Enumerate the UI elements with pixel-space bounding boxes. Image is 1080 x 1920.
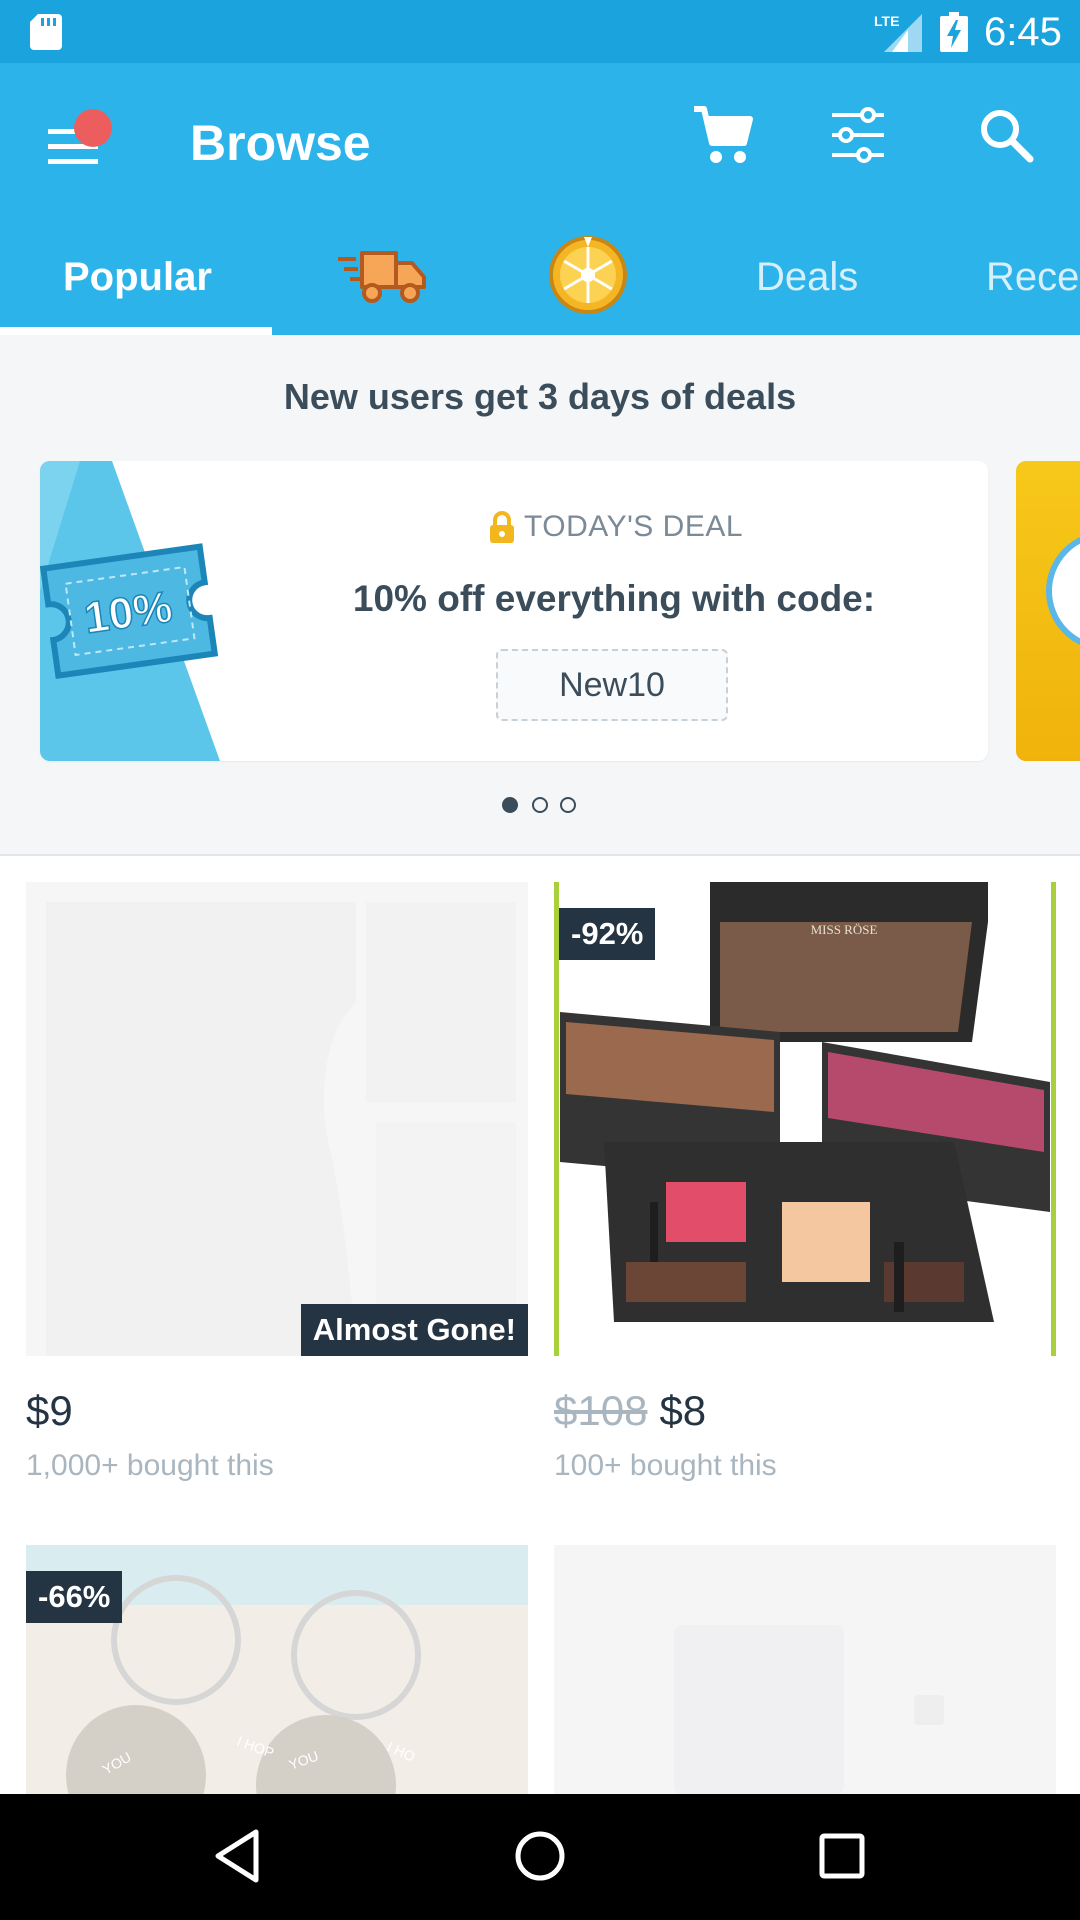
discount-badge: -66% — [26, 1571, 123, 1623]
original-price: $108 — [554, 1387, 648, 1434]
page-title: Browse — [190, 115, 371, 171]
price-row: $9 — [26, 1386, 73, 1436]
notification-dot — [74, 109, 112, 147]
clock-icon — [1046, 531, 1080, 651]
sd-card-icon — [30, 14, 62, 50]
promo-card-next[interactable] — [1016, 461, 1080, 761]
home-icon[interactable] — [510, 1826, 570, 1886]
product-placeholder-image — [554, 1545, 1056, 1794]
promo-headline: New users get 3 days of deals — [283, 376, 797, 417]
product-image: MISS RÖSE -92% — [554, 882, 1056, 1356]
tab-prize-wheel[interactable] — [530, 205, 650, 335]
product-image: Almost Gone! — [26, 882, 528, 1356]
tab-label: Rece — [986, 255, 1080, 299]
bought-count: 1,000+ bought this — [26, 1449, 274, 1482]
deal-label: TODAY'S DEAL — [524, 510, 744, 543]
lock-icon — [490, 511, 514, 543]
coupon-ticket-icon: 10% — [40, 461, 220, 761]
discount-badge: -92% — [559, 908, 656, 960]
back-icon[interactable] — [210, 1826, 270, 1886]
status-bar: LTE 6:45 — [0, 0, 1080, 63]
pager-dot[interactable] — [560, 797, 576, 813]
bought-count: 100+ bought this — [554, 1449, 777, 1482]
product-placeholder-image — [26, 882, 528, 1356]
prize-wheel-icon — [549, 236, 627, 314]
product-image — [554, 1545, 1056, 1794]
price: $9 — [26, 1387, 73, 1434]
svg-text:MISS RÖSE: MISS RÖSE — [811, 922, 878, 937]
pager-dot-active[interactable] — [502, 797, 518, 813]
promo-section: New users get 3 days of deals 10% TODAY'… — [0, 335, 1080, 855]
menu-button[interactable] — [36, 105, 116, 185]
price-row: $108 $8 — [554, 1386, 706, 1436]
recent-apps-icon[interactable] — [812, 1826, 872, 1886]
tab-label: Deals — [756, 255, 859, 299]
promo-code[interactable]: New10 — [496, 649, 728, 721]
tab-delivery[interactable] — [320, 205, 440, 335]
svg-text:LTE: LTE — [874, 13, 899, 29]
filter-icon[interactable] — [828, 105, 888, 165]
section-divider — [0, 854, 1080, 856]
category-tabs: Popular Deals Rece — [0, 205, 1080, 335]
tab-popular[interactable]: Popular — [0, 205, 272, 335]
delivery-truck-icon — [338, 251, 426, 303]
deal-title: 10% off everything with code: — [352, 578, 876, 619]
lte-signal-icon: LTE — [874, 13, 922, 52]
tab-deals[interactable]: Deals — [740, 205, 890, 335]
tab-selected-indicator — [0, 327, 272, 335]
status-time: 6:45 — [984, 10, 1062, 54]
tab-label: Popular — [63, 255, 212, 299]
promo-card[interactable]: 10% TODAY'S DEAL 10% off everything with… — [40, 461, 988, 761]
product-image: YOU I HOP YOU I HO -66% — [26, 1545, 528, 1794]
battery-charging-icon — [940, 12, 968, 52]
carousel-pager — [502, 795, 578, 815]
cart-icon[interactable] — [690, 103, 754, 167]
almost-gone-badge: Almost Gone! — [300, 1304, 528, 1356]
search-icon[interactable] — [978, 107, 1034, 163]
tab-recent[interactable]: Rece — [960, 205, 1080, 335]
price: $8 — [659, 1387, 707, 1434]
system-nav-bar — [0, 1794, 1080, 1920]
pager-dot[interactable] — [532, 797, 548, 813]
